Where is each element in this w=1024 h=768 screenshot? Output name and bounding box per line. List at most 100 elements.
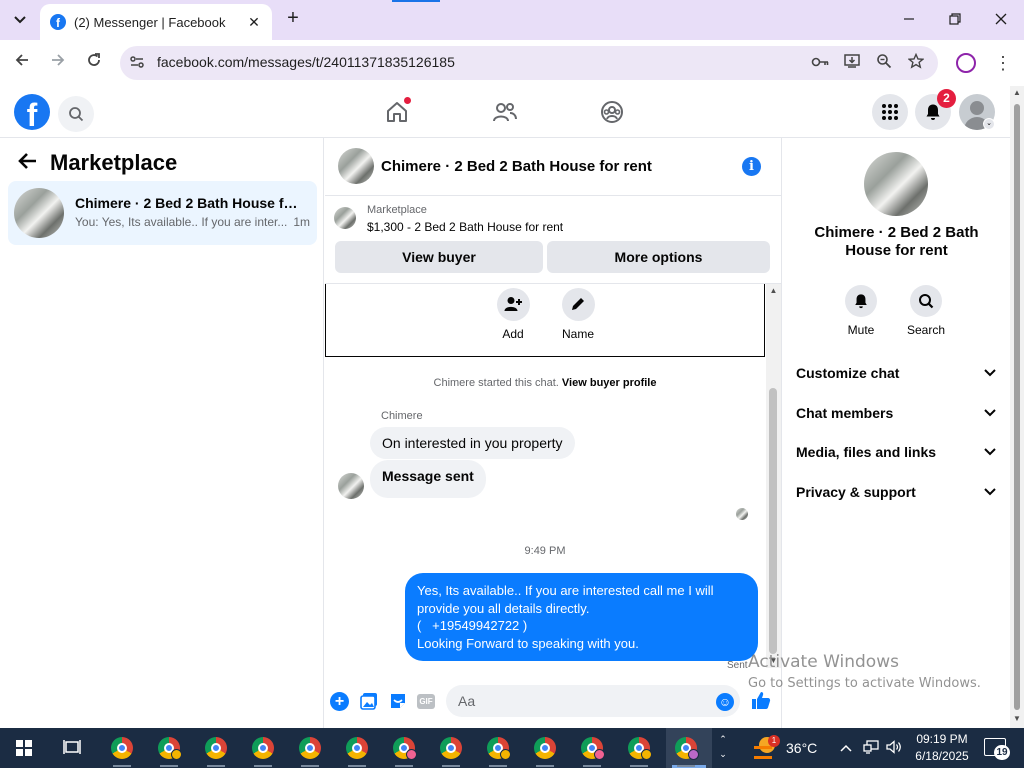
chrome-taskbar-icon[interactable]: [628, 737, 652, 760]
zoom-icon[interactable]: [874, 53, 894, 73]
page-scroll-down-icon[interactable]: ▼: [1010, 714, 1024, 723]
facebook-logo-icon[interactable]: f: [14, 94, 50, 130]
nav-friends[interactable]: [487, 96, 523, 128]
page-scroll-thumb[interactable]: [1014, 104, 1020, 710]
section-privacy-support[interactable]: Privacy & support: [796, 480, 1000, 504]
search-action[interactable]: Search: [901, 285, 951, 337]
close-tab-icon[interactable]: ✕: [246, 14, 262, 31]
chrome-taskbar-icon[interactable]: [534, 737, 556, 759]
new-tab-button[interactable]: +: [282, 8, 304, 30]
chat-scroll-thumb[interactable]: [769, 388, 777, 654]
outgoing-message[interactable]: Yes, Its available.. If you are interest…: [405, 573, 758, 661]
section-chat-members[interactable]: Chat members: [796, 401, 1000, 425]
message-timestamp: 9:49 PM: [524, 545, 566, 557]
scroll-up-arrow-icon[interactable]: ▲: [766, 286, 781, 295]
message-input[interactable]: [446, 685, 740, 717]
chrome-taskbar-icon[interactable]: [675, 737, 699, 760]
close-window-button[interactable]: [986, 8, 1016, 32]
menu-grid-button[interactable]: [872, 94, 908, 130]
sender-avatar[interactable]: [338, 473, 364, 499]
windows-start-icon[interactable]: [16, 740, 32, 756]
install-app-icon[interactable]: [842, 53, 862, 73]
taskbar-overflow[interactable]: ⌃ ⌄: [716, 732, 730, 762]
address-bar[interactable]: facebook.com/messages/t/2401137183512618…: [120, 46, 938, 80]
chat-avatar[interactable]: [338, 148, 374, 184]
chrome-taskbar-icon[interactable]: [111, 737, 133, 759]
chrome-taskbar-icon[interactable]: [252, 737, 274, 759]
info-icon[interactable]: i: [742, 157, 761, 176]
chrome-profile-badge: [500, 749, 511, 760]
plus-icon[interactable]: +: [330, 692, 349, 711]
chrome-taskbar-icon[interactable]: [299, 737, 321, 759]
bookmark-star-icon[interactable]: [906, 52, 926, 73]
password-key-icon[interactable]: [810, 53, 830, 73]
chrome-taskbar-icon[interactable]: [393, 737, 417, 760]
chat-title[interactable]: Chimere · 2 Bed 2 Bath House for rent: [381, 158, 652, 175]
conversation-item[interactable]: Chimere · 2 Bed 2 Bath House for rent Yo…: [8, 181, 317, 245]
incoming-message[interactable]: On interested in you property: [370, 427, 575, 459]
account-chevron-icon[interactable]: ⌄: [983, 118, 995, 130]
emoji-icon[interactable]: ☺: [716, 693, 734, 711]
details-listing-photo: [864, 152, 928, 216]
page-scroll-up-icon[interactable]: ▲: [1010, 88, 1024, 97]
facebook-search-button[interactable]: [58, 96, 94, 132]
taskbar-running-indicator: [348, 765, 366, 767]
view-buyer-button[interactable]: View buyer: [335, 241, 543, 273]
minimize-button[interactable]: [894, 8, 924, 32]
tab-search-button[interactable]: [8, 8, 32, 32]
name-label: Name: [561, 327, 594, 341]
section-media-files-links[interactable]: Media, files and links: [796, 440, 1000, 464]
weather-icon[interactable]: 1: [754, 735, 780, 759]
more-options-button[interactable]: More options: [547, 241, 770, 273]
chrome-taskbar-icon[interactable]: [346, 737, 368, 759]
volume-icon[interactable]: [886, 740, 902, 756]
network-icon[interactable]: [863, 740, 879, 756]
url-text: facebook.com/messages/t/2401137183512618…: [157, 54, 455, 70]
section-label: Chat members: [796, 405, 894, 421]
chat-header: Chimere · 2 Bed 2 Bath House for rent i: [325, 138, 781, 196]
taskbar-running-indicator: [536, 765, 554, 767]
chrome-menu-icon[interactable]: ⋮: [994, 51, 1012, 75]
incoming-message[interactable]: Message sent: [370, 460, 486, 498]
view-buyer-profile-link[interactable]: View buyer profile: [562, 377, 657, 389]
mute-action[interactable]: Mute: [836, 285, 886, 337]
browser-tab-messenger[interactable]: f (2) Messenger | Facebook ✕: [40, 4, 272, 40]
chrome-taskbar-icon[interactable]: [581, 737, 605, 760]
message-status: Sent: [727, 660, 748, 671]
listing-price-title[interactable]: $1,300 - 2 Bed 2 Bath House for rent: [367, 220, 563, 234]
show-hidden-icons-icon[interactable]: [838, 740, 854, 756]
chrome-taskbar-icon[interactable]: [205, 737, 227, 759]
chat-scrollbar[interactable]: ▲ ▼: [766, 284, 781, 668]
temperature-label[interactable]: 36°C: [786, 740, 817, 756]
chrome-profile-badge: [406, 749, 417, 760]
restore-button[interactable]: [940, 8, 970, 32]
chrome-taskbar-icon[interactable]: [440, 737, 462, 759]
name-action[interactable]: Name: [553, 288, 603, 341]
photo-icon[interactable]: [359, 692, 379, 712]
add-person-action[interactable]: Add: [488, 288, 538, 341]
outgoing-line: provide you all details directly.: [417, 600, 590, 616]
section-customize-chat[interactable]: Customize chat: [796, 361, 1000, 385]
system-clock[interactable]: 09:19 PM 6/18/2025: [908, 731, 976, 765]
sticker-icon[interactable]: [388, 692, 408, 712]
back-arrow-icon[interactable]: [18, 152, 38, 176]
chrome-taskbar-icon[interactable]: [158, 737, 182, 760]
taskbar-scroll-up-icon[interactable]: ⌃: [716, 732, 730, 747]
listing-small-thumbnail: [334, 207, 356, 229]
chrome-taskbar-icon[interactable]: [487, 737, 511, 760]
sender-name: Chimere: [381, 410, 423, 422]
action-center-icon[interactable]: 19: [984, 738, 1010, 760]
page-scrollbar[interactable]: ▲ ▼: [1010, 86, 1024, 728]
back-button[interactable]: [10, 51, 34, 75]
forward-button[interactable]: [46, 51, 70, 75]
task-view-icon[interactable]: [62, 739, 82, 757]
reload-button[interactable]: [82, 51, 106, 75]
chrome-profile-icon[interactable]: [956, 53, 976, 73]
outgoing-line: ( +19549942722 ): [417, 618, 528, 633]
taskbar-scroll-down-icon[interactable]: ⌄: [716, 747, 730, 762]
gif-icon[interactable]: GIF: [417, 694, 435, 709]
listing-thumbnail: [14, 188, 64, 238]
thumbs-up-icon[interactable]: [750, 690, 772, 712]
nav-groups[interactable]: [594, 96, 630, 128]
site-settings-icon[interactable]: [128, 54, 146, 72]
